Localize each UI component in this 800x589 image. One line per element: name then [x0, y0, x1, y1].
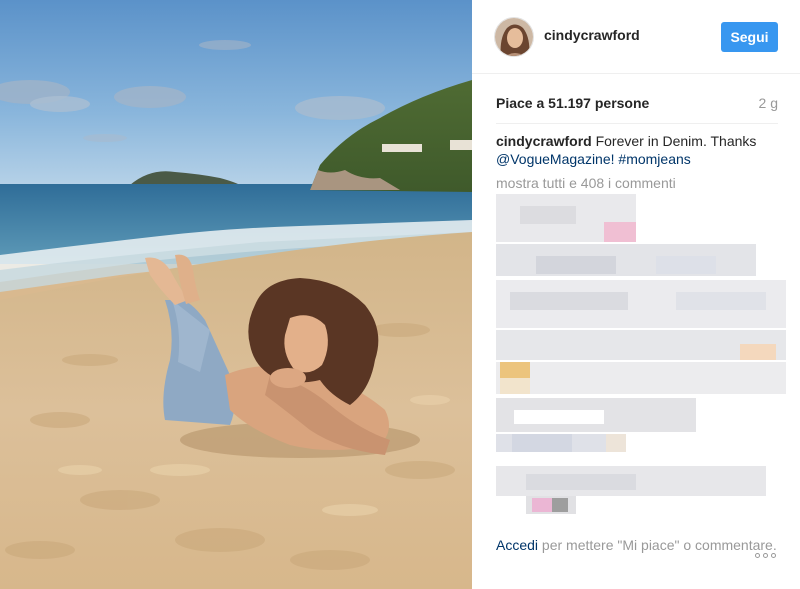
likes-row: Piace a 51.197 persone 2 g	[496, 95, 778, 113]
profile-avatar[interactable]	[494, 17, 534, 57]
more-options-icon[interactable]	[755, 550, 779, 560]
dot-icon	[771, 552, 776, 558]
post-details-panel: cindycrawford Segui Piace a 51.197 perso…	[472, 0, 800, 589]
post-photo[interactable]	[0, 0, 472, 589]
follow-button[interactable]: Segui	[721, 22, 778, 52]
post-timestamp[interactable]: 2 g	[759, 95, 778, 111]
dot-icon	[755, 552, 760, 558]
caption-mention-link[interactable]: @VogueMagazine!	[496, 151, 615, 167]
login-link[interactable]: Accedi	[496, 537, 538, 553]
beach-photo-image	[0, 0, 472, 589]
divider	[496, 123, 778, 124]
login-prompt: Accedi per mettere "Mi piace" o commenta…	[496, 536, 778, 554]
caption-hashtag-link[interactable]: #momjeans	[618, 151, 690, 167]
caption-text: Forever in Denim. Thanks	[591, 133, 757, 149]
username-link[interactable]: cindycrawford	[544, 27, 640, 43]
pixelated-comments-area	[496, 194, 786, 524]
avatar-image	[495, 18, 533, 56]
show-all-comments-link[interactable]: mostra tutti e 408 i commenti	[496, 175, 676, 191]
login-prompt-text: per mettere "Mi piace" o commentare.	[538, 537, 777, 553]
caption-author[interactable]: cindycrawford	[496, 133, 592, 149]
dot-icon	[763, 552, 768, 558]
likes-count[interactable]: Piace a 51.197 persone	[496, 95, 649, 111]
post-caption: cindycrawford Forever in Denim. Thanks @…	[496, 132, 778, 168]
post-header: cindycrawford Segui	[472, 0, 800, 74]
